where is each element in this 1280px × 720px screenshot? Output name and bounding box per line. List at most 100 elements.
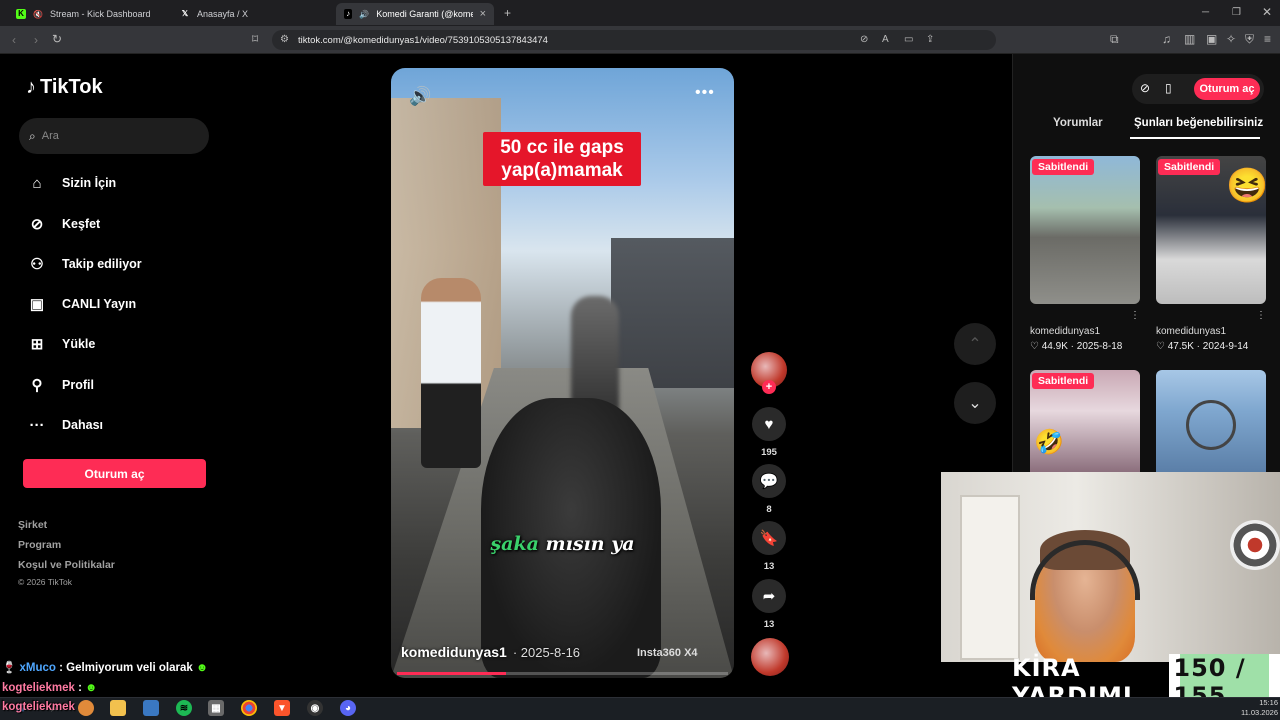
footer-company-link[interactable]: Şirket	[18, 519, 47, 531]
suggested-video-thumb[interactable]: Sabitlendi 😆	[1156, 156, 1266, 304]
heart-icon: ♥	[752, 407, 786, 441]
compass-icon: ⊘	[30, 216, 44, 233]
calculator-icon[interactable]: ▦	[208, 700, 224, 716]
tab-suggested[interactable]: Şunları beğenebilirsiniz	[1134, 117, 1263, 129]
login-button[interactable]: Oturum aç	[23, 459, 206, 488]
obs-icon[interactable]: ◉	[307, 700, 323, 716]
chrome-icon[interactable]	[241, 700, 257, 716]
system-clock[interactable]: 15:16 11.03.2026	[1238, 697, 1280, 718]
thumb-author[interactable]: komedidunyas1	[1156, 326, 1226, 337]
discord-icon[interactable]: ◕	[340, 700, 356, 716]
reload-icon[interactable]: ↻	[52, 32, 62, 46]
emote-icon: ☻	[195, 662, 209, 674]
nav-upload[interactable]: ⊞ Yükle	[26, 332, 96, 356]
video-author[interactable]: komedidunyas1 · 2025-8-16	[401, 644, 580, 660]
bookmark-icon[interactable]: ⌑	[252, 32, 258, 46]
following-icon: ⚇	[30, 256, 44, 273]
chat-message: kogteliekmek : ☻	[2, 682, 97, 694]
share-icon[interactable]: ⇪	[926, 33, 934, 47]
media-icon[interactable]: ♫	[1162, 32, 1171, 46]
file-explorer-icon[interactable]	[110, 700, 126, 716]
spotify-icon[interactable]: ≋	[176, 700, 192, 716]
comment-icon: 💬	[752, 464, 786, 498]
sound-avatar[interactable]	[751, 638, 789, 676]
more-options-icon[interactable]: •••	[695, 84, 715, 102]
nav-following[interactable]: ⚇ Takip ediliyor	[26, 252, 142, 276]
comment-button[interactable]: 💬 8	[751, 464, 787, 515]
nav-label: Profil	[62, 378, 94, 392]
taskbar-app-icon[interactable]	[78, 700, 94, 716]
discover-icon[interactable]: ⊘	[1140, 81, 1150, 95]
suggested-video-thumb[interactable]: Sabitlendi 🤣	[1030, 370, 1140, 472]
suggested-video-thumb[interactable]: Sabitlendi	[1030, 156, 1140, 304]
tab-x[interactable]: 𝕏 Anasayfa / X	[172, 3, 332, 25]
suggested-video-thumb[interactable]	[1156, 370, 1266, 472]
translate-icon[interactable]: A	[882, 33, 889, 47]
wallet-icon[interactable]: ▣	[1206, 32, 1217, 46]
nav-label: Takip ediliyor	[62, 257, 142, 271]
tab-kick[interactable]: K 🔇 Stream - Kick Dashboard	[8, 3, 168, 25]
thumb-more-icon[interactable]: ⋮	[1256, 310, 1266, 321]
donation-goal: KİRA YARDIMI 150 / 155	[1008, 654, 1280, 710]
footer-program-link[interactable]: Program	[18, 539, 61, 551]
extensions-icon[interactable]: ⧉	[1110, 32, 1119, 46]
previous-video-button[interactable]: ⌃	[954, 323, 996, 365]
url-bar[interactable]: ⚙ tiktok.com/@komedidunyas1/video/753910…	[272, 30, 996, 50]
tab-comments[interactable]: Yorumlar	[1053, 117, 1103, 129]
thumb-more-icon[interactable]: ⋮	[1130, 310, 1140, 321]
watermark: Insta360 X4	[637, 647, 698, 659]
footer-terms-link[interactable]: Koşul ve Politikalar	[18, 559, 115, 571]
save-button[interactable]: 🔖 13	[751, 521, 787, 572]
brave-icon[interactable]: ▼	[274, 700, 290, 716]
window-close-icon[interactable]: ✕	[1262, 5, 1272, 19]
live-icon: ▣	[29, 296, 45, 313]
nav-explore[interactable]: ⊘ Keşfet	[26, 212, 101, 236]
device-icon[interactable]: ▯	[1165, 81, 1172, 95]
video-player[interactable]: 50 cc ile gaps yap(a)mamak şaka mısın ya…	[391, 68, 734, 678]
chat-text: :	[78, 682, 82, 694]
follow-plus-icon[interactable]: +	[762, 380, 776, 394]
menu-icon[interactable]: ≡	[1264, 32, 1271, 46]
share-arrow-icon: ➦	[752, 579, 786, 613]
clock-time: 15:16	[1259, 698, 1278, 707]
site-info-icon[interactable]: ⚙	[280, 33, 289, 47]
login-button-top[interactable]: Oturum aç	[1194, 78, 1260, 100]
nav-live[interactable]: ▣ CANLI Yayın	[26, 292, 136, 316]
nav-profile[interactable]: ⚲ Profil	[26, 373, 94, 397]
thumb-author[interactable]: komedidunyas1	[1030, 326, 1100, 337]
nav-more[interactable]: ··· Dahası	[26, 413, 104, 437]
creator-avatar[interactable]: +	[751, 352, 787, 394]
tab-title: Anasayfa / X	[197, 9, 249, 19]
sidebar-toggle-icon[interactable]: ▥	[1184, 32, 1195, 46]
video-progress-bar[interactable]	[397, 672, 728, 675]
volume-icon[interactable]: 🔊	[409, 86, 431, 107]
video-progress-fill	[397, 672, 507, 675]
no-cast-icon[interactable]: ⊘	[860, 33, 868, 47]
new-tab-icon[interactable]: +	[504, 6, 511, 20]
like-button[interactable]: ♥ 195	[751, 407, 787, 458]
cast-icon[interactable]: ▭	[904, 33, 913, 47]
leo-icon[interactable]: ✧	[1226, 32, 1236, 46]
heart-outline-icon: ♡	[1156, 341, 1165, 352]
back-icon[interactable]: ‹	[12, 33, 16, 47]
maximize-icon[interactable]: ❐	[1232, 6, 1241, 20]
share-button[interactable]: ➦ 13	[751, 579, 787, 630]
search-input[interactable]: ⌕ Ara	[19, 118, 209, 154]
tiktok-logo[interactable]: ♪ TikTok	[26, 76, 103, 99]
video-frame-building	[611, 238, 734, 388]
kick-icon: K	[16, 9, 26, 19]
emote-icon: ☻	[85, 682, 98, 694]
forward-icon[interactable]: ›	[34, 33, 38, 47]
minimize-icon[interactable]: ─	[1202, 6, 1209, 20]
nav-for-you[interactable]: ⌂ Sizin İçin	[26, 171, 116, 195]
dartboard	[1230, 520, 1280, 570]
tab-tiktok[interactable]: ♪ 🔊 Komedi Garanti (@komedidu ×	[336, 3, 494, 25]
vpn-icon[interactable]: ⛨	[1245, 32, 1254, 46]
laughing-emoji-icon: 😆	[1226, 167, 1266, 205]
chat-message: kogteliekmek	[2, 701, 75, 713]
close-tab-icon[interactable]: ×	[480, 8, 486, 20]
browser-tab-bar: K 🔇 Stream - Kick Dashboard 𝕏 Anasayfa /…	[0, 0, 1280, 26]
webcam-door	[960, 495, 1020, 660]
taskbar-app-icon[interactable]	[143, 700, 159, 716]
next-video-button[interactable]: ⌄	[954, 382, 996, 424]
